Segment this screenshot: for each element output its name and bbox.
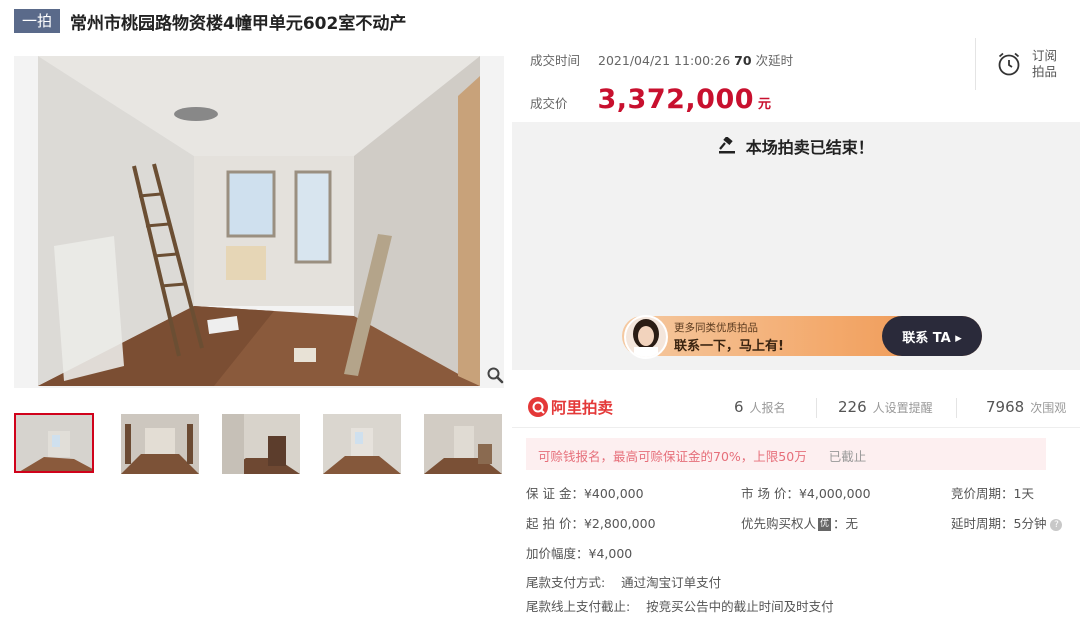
credit-notice-text: 可赊钱报名，最高可赊保证金的70%，上限50万	[538, 449, 807, 464]
increment-info: 加价幅度：¥4,000	[526, 546, 633, 561]
delay-cycle-info: 延时周期：5分钟?	[951, 513, 1063, 532]
stat-divider	[816, 398, 817, 418]
platform-logo: 阿里拍卖	[528, 396, 613, 418]
payment-deadline-info: 尾款线上支付截止: 按竞买公告中的截止时间及时支付	[526, 599, 834, 614]
thumbnail-1[interactable]	[14, 413, 94, 473]
stat-views-num: 7968	[986, 398, 1025, 416]
stat-views: 7968 次围观	[986, 398, 1066, 416]
agent-avatar	[624, 315, 668, 359]
delay-suffix: 次延时	[755, 53, 794, 68]
auction-ended-text: 本场拍卖已结束！	[745, 138, 874, 157]
deal-time-text: 2021/04/21 11:00:26	[598, 53, 731, 68]
auction-round-tag: 一拍	[14, 9, 61, 33]
stat-views-label: 次围观	[1030, 401, 1067, 415]
thumbnail-3[interactable]	[222, 414, 300, 474]
delay-cycle-text: 延时周期：5分钟	[951, 516, 1047, 531]
deal-price: 3,372,000	[597, 84, 755, 115]
thumbnail-5[interactable]	[424, 414, 502, 474]
gavel-icon	[719, 136, 736, 154]
thumbnail-4[interactable]	[323, 414, 401, 474]
promo-line2: 联系一下，马上有!	[674, 339, 784, 354]
promo-line1: 更多同类优质拍品	[674, 322, 758, 334]
stat-divider	[956, 398, 957, 418]
stat-reminders: 226 人设置提醒	[838, 398, 933, 416]
priority-buyer-label: 优先购买权人	[741, 516, 817, 531]
subscribe-line2: 拍品	[1032, 64, 1058, 79]
deal-time-row: 成交时间 2021/04/21 11:00:26 70 次延时	[530, 50, 793, 69]
deal-price-row: 成交价 3,372,000 元	[530, 84, 771, 115]
subscribe-label: 订阅 拍品	[1032, 48, 1062, 80]
start-price-info: 起 拍 价：¥2,800,000	[526, 516, 656, 531]
thumbnail-2[interactable]	[121, 414, 199, 474]
deal-price-label: 成交价	[530, 96, 568, 111]
question-icon[interactable]: ?	[1050, 518, 1063, 531]
stat-reminders-num: 226	[838, 398, 867, 416]
auction-ended-message: 本场拍卖已结束！	[512, 134, 1080, 158]
delay-count: 70	[734, 53, 752, 68]
stat-signups-label: 人报名	[749, 401, 786, 415]
platform-logo-icon	[528, 397, 548, 417]
deal-time-value: 2021/04/21 11:00:26 70 次延时	[598, 50, 793, 69]
contact-button[interactable]: 联系 TA ▸	[882, 316, 982, 356]
deal-time-label: 成交时间	[530, 53, 581, 68]
alarm-clock-icon	[998, 52, 1020, 76]
stat-signups-num: 6	[734, 398, 744, 416]
market-price-info: 市 场 价：¥4,000,000	[741, 486, 871, 501]
stat-reminders-label: 人设置提醒	[872, 401, 933, 415]
main-property-photo[interactable]	[14, 56, 504, 388]
search-icon[interactable]	[486, 366, 504, 384]
priority-icon: 优	[818, 518, 832, 531]
credit-notice: 可赊钱报名，最高可赊保证金的70%，上限50万 已截止	[526, 438, 1046, 470]
bid-cycle-info: 竞价周期：1天	[951, 486, 1034, 501]
stat-signups: 6 人报名	[734, 398, 786, 416]
priority-buyer-value: ：无	[833, 516, 859, 531]
page-title: 常州市桃园路物资楼4幢甲单元602室不动产	[70, 13, 407, 34]
payment-method-info: 尾款支付方式: 通过淘宝订单支付	[526, 575, 722, 590]
subscribe-button[interactable]: 订阅 拍品	[975, 38, 1080, 90]
priority-buyer-info: 优先购买权人优：无	[741, 513, 858, 532]
subscribe-line1: 订阅	[1032, 48, 1058, 63]
deposit-info: 保 证 金：¥400,000	[526, 486, 644, 501]
platform-name: 阿里拍卖	[551, 399, 614, 417]
credit-notice-status: 已截止	[828, 449, 867, 464]
title-row: 一拍 常州市桃园路物资楼4幢甲单元602室不动产	[14, 8, 406, 34]
stats-bar: 阿里拍卖 6 人报名 226 人设置提醒 7968 次围观	[512, 388, 1080, 428]
deal-price-unit: 元	[758, 97, 772, 112]
